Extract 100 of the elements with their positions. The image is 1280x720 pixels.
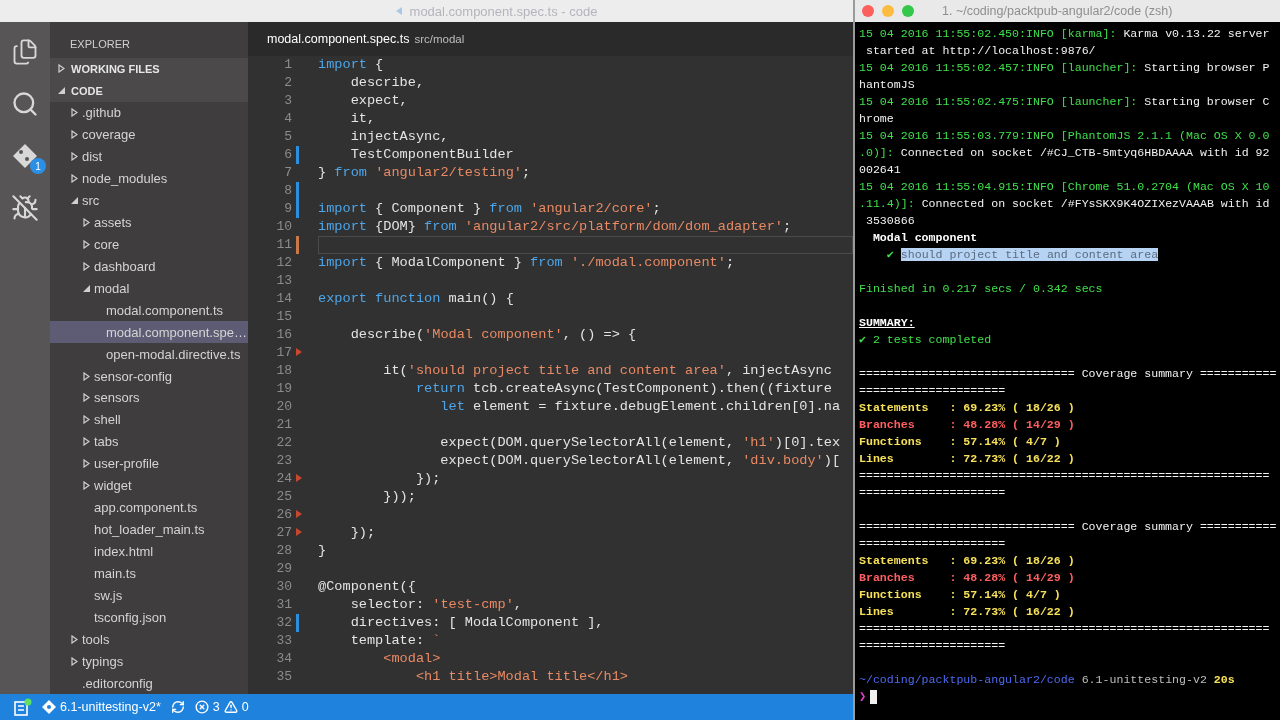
code-line: } xyxy=(318,542,328,560)
folder-item[interactable]: dashboard xyxy=(50,255,248,278)
folder-item[interactable]: node_modules xyxy=(50,167,248,190)
file-item[interactable]: sw.js xyxy=(50,584,248,607)
code-line: expect, xyxy=(349,92,409,110)
caret-down-icon[interactable] xyxy=(83,284,90,292)
folder-item[interactable]: .github xyxy=(50,101,248,124)
tab-path: src/modal xyxy=(414,33,465,45)
folder-item[interactable]: sensor-config xyxy=(50,365,248,387)
workspace-icon[interactable] xyxy=(14,698,32,716)
code-line: it, xyxy=(349,110,377,128)
folder-item[interactable]: tabs xyxy=(50,430,248,453)
line-number: 18 xyxy=(275,362,292,380)
terminal-line: ===================== xyxy=(859,638,1007,654)
terminal-line: =============================== Coverage summary =========== xyxy=(859,519,1278,535)
files-icon[interactable] xyxy=(11,38,39,66)
terminal-line: ✔ should project title and content area xyxy=(885,247,1160,263)
file-item[interactable]: .editorconfig xyxy=(50,672,248,695)
terminal-line: SUMMARY: xyxy=(859,315,916,331)
caret-right-icon[interactable] xyxy=(83,239,90,249)
line-number: 30 xyxy=(275,578,292,596)
caret-right-icon[interactable] xyxy=(71,174,78,184)
folder-item[interactable]: tools xyxy=(50,628,248,651)
code-line: import { Component } from 'angular2/core'; xyxy=(318,200,662,218)
section-header[interactable]: CODE xyxy=(50,79,248,102)
code-line: <modal> xyxy=(382,650,442,668)
caret-right-icon[interactable] xyxy=(83,481,90,491)
file-item[interactable]: tsconfig.json xyxy=(50,606,248,629)
folder-item[interactable]: src xyxy=(50,189,248,212)
branch-status[interactable]: 6.1-unittesting-v2* xyxy=(42,700,161,714)
terminal-line: Statements : 69.23% ( 18/26 ) xyxy=(859,400,1076,416)
problems-status[interactable]: 3 0 xyxy=(194,700,249,714)
folder-item[interactable]: sensors xyxy=(50,387,248,409)
code-line: TestComponentBuilder xyxy=(349,146,515,164)
caret-down-icon[interactable] xyxy=(71,197,78,204)
line-number: 24 xyxy=(275,470,292,488)
terminal-line: Functions : 57.14% ( 4/7 ) xyxy=(859,434,1062,450)
file-item[interactable]: hot_loader_main.ts xyxy=(50,518,248,541)
file-item[interactable]: modal.component.spe… xyxy=(50,321,248,344)
caret-right-icon[interactable] xyxy=(71,108,78,118)
caret-right-icon[interactable] xyxy=(83,415,90,425)
sync-icon[interactable] xyxy=(170,700,185,714)
terminal-line: ~/coding/packtpub-angular2/code 6.1-unittesting-v2 20s xyxy=(859,672,1236,688)
line-number: 9 xyxy=(283,200,292,218)
tab-filename[interactable]: modal.component.spec.ts xyxy=(267,32,410,46)
terminal-line: =========================================================== xyxy=(859,621,1271,637)
line-number: 1 xyxy=(283,56,292,74)
folder-item[interactable]: shell xyxy=(50,408,248,431)
line-number: 15 xyxy=(275,308,292,326)
code-line: }); xyxy=(414,470,442,488)
line-number: 11 xyxy=(275,236,292,254)
caret-right-icon[interactable] xyxy=(83,437,90,447)
caret-right-icon[interactable] xyxy=(58,64,65,74)
terminal-title: 1. ~/coding/packtpub-angular2/code (zsh) xyxy=(942,4,1173,18)
code-line: directives: [ ModalComponent ], xyxy=(349,614,605,632)
terminal-line: 15 04 2016 11:55:02.457:INFO [launcher]: Starting browser P xyxy=(859,60,1271,76)
caret-right-icon[interactable] xyxy=(71,656,78,666)
debug-icon[interactable] xyxy=(11,194,39,222)
code-line: import {DOM} from 'angular2/src/platform/dom/dom_adapter'; xyxy=(318,218,793,236)
code-line: import { xyxy=(318,56,385,74)
line-number: 3 xyxy=(283,92,292,110)
line-number: 29 xyxy=(275,560,292,578)
line-number: 21 xyxy=(275,416,292,434)
file-item[interactable]: index.html xyxy=(50,540,248,563)
folder-item[interactable]: dist xyxy=(50,145,248,168)
code-line: template: ` xyxy=(349,632,442,650)
caret-down-icon[interactable] xyxy=(58,87,65,95)
folder-item[interactable]: core xyxy=(50,233,248,256)
code-line: import { ModalComponent } from './modal.component'; xyxy=(318,254,736,272)
caret-right-icon[interactable] xyxy=(71,152,78,162)
folder-item[interactable]: user-profile xyxy=(50,452,248,475)
file-item[interactable]: modal.component.ts xyxy=(50,299,248,322)
caret-right-icon[interactable] xyxy=(83,393,90,403)
terminal-line: .11.4)]: Connected on socket /#FYsSKX9K4OZIXezVAAAB with id xyxy=(859,196,1271,212)
search-icon[interactable] xyxy=(11,90,39,118)
caret-right-icon[interactable] xyxy=(71,634,78,644)
section-header[interactable]: WORKING FILES xyxy=(50,57,248,80)
folder-item[interactable]: assets xyxy=(50,211,248,234)
line-number: 12 xyxy=(275,254,292,272)
caret-right-icon[interactable] xyxy=(83,261,90,271)
code-line: it('should project title and content area', injectAsync xyxy=(382,362,833,380)
terminal-line: Finished in 0.217 secs / 0.342 secs xyxy=(859,281,1104,297)
line-number: 28 xyxy=(275,542,292,560)
line-number: 19 xyxy=(275,380,292,398)
file-item[interactable]: main.ts xyxy=(50,562,248,585)
caret-right-icon[interactable] xyxy=(83,371,90,381)
file-item[interactable]: open-modal.directive.ts xyxy=(50,343,248,366)
folder-item[interactable]: coverage xyxy=(50,123,248,146)
folder-item[interactable]: typings xyxy=(50,650,248,673)
caret-right-icon[interactable] xyxy=(71,130,78,140)
file-item[interactable]: app.component.ts xyxy=(50,496,248,519)
code-line: expect(DOM.querySelectorAll(element, 'h1')[0].tex xyxy=(439,434,842,452)
line-number: 14 xyxy=(275,290,292,308)
terminal-line: hrome xyxy=(859,111,895,127)
folder-item[interactable]: widget xyxy=(50,474,248,497)
folder-item[interactable]: modal xyxy=(50,277,248,300)
line-number: 32 xyxy=(275,614,292,632)
caret-right-icon[interactable] xyxy=(83,217,90,227)
caret-right-icon[interactable] xyxy=(83,459,90,469)
line-number: 8 xyxy=(283,182,292,200)
